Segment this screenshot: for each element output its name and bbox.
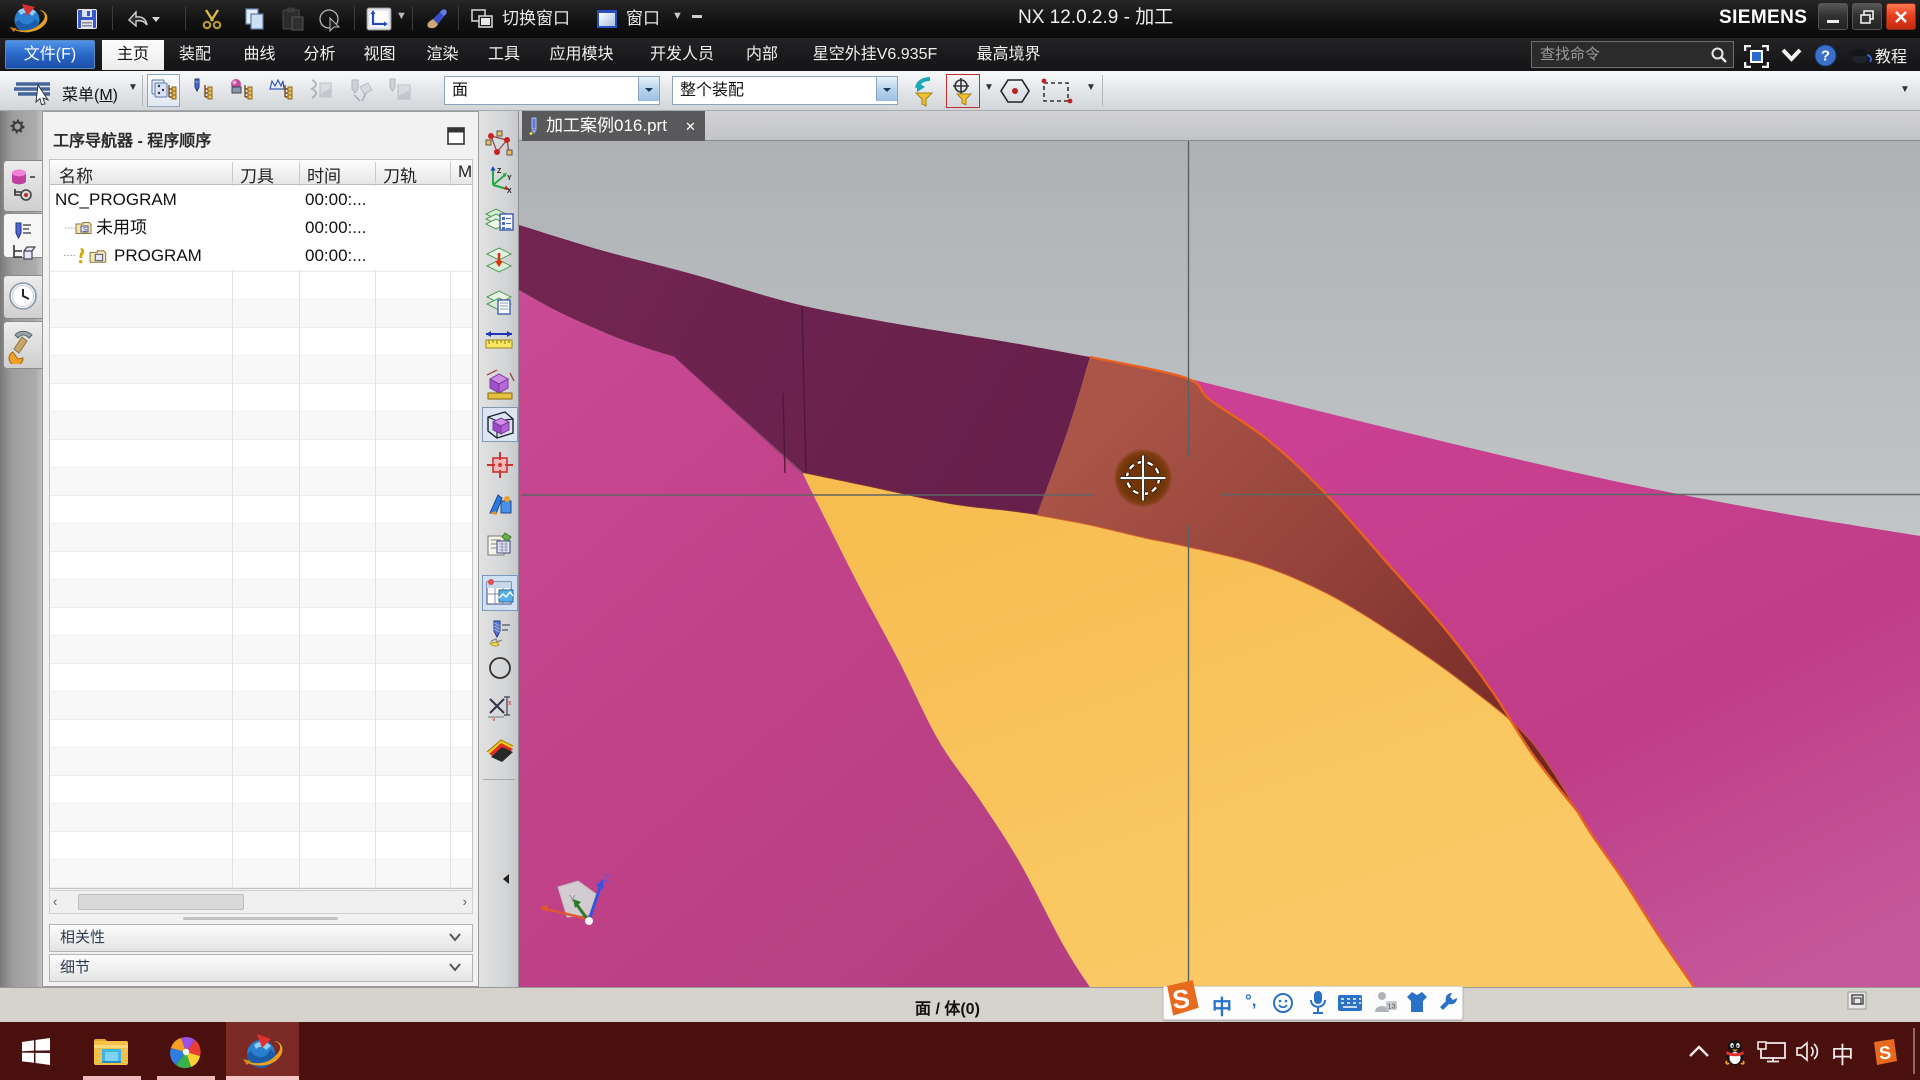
svg-text:x: x	[508, 700, 512, 707]
svg-text:13: 13	[1387, 1002, 1395, 1011]
svg-text:S: S	[1171, 983, 1191, 1015]
svg-text:Y: Y	[569, 894, 576, 905]
svg-text:x: x	[492, 717, 496, 721]
svg-text:Z: Z	[497, 168, 502, 175]
svg-text:Y: Y	[507, 175, 512, 182]
svg-text:?: ?	[1821, 48, 1830, 65]
svg-text:Z: Z	[603, 873, 610, 885]
svg-text:S: S	[1878, 1042, 1892, 1063]
svg-text:X: X	[507, 188, 512, 194]
svg-text:S: S	[83, 228, 87, 234]
